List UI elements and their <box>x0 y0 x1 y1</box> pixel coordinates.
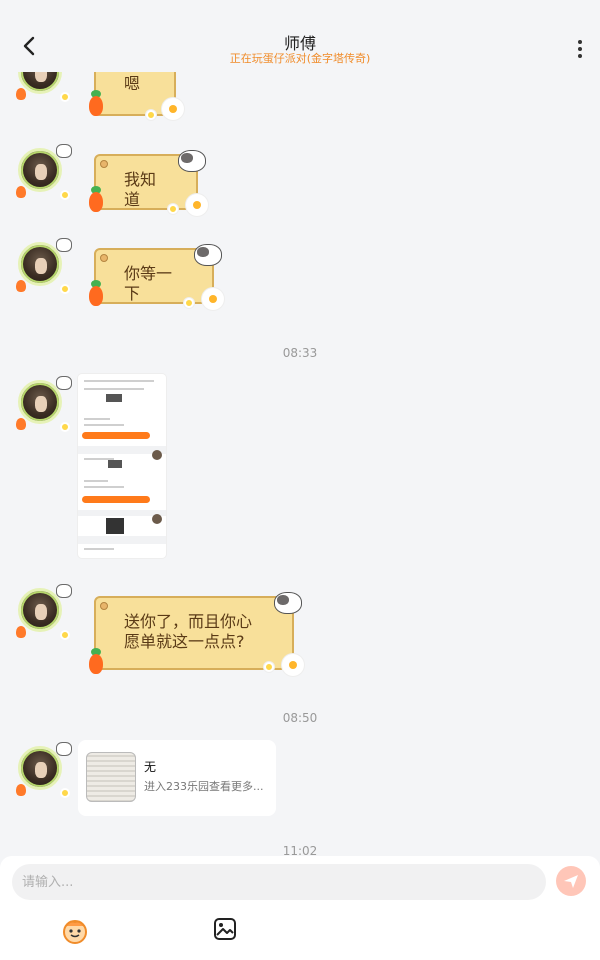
timestamp: 08:33 <box>282 346 318 360</box>
avatar[interactable] <box>16 742 72 798</box>
egg-decoration <box>282 654 304 676</box>
flower-decoration <box>146 110 156 120</box>
gallery-icon[interactable] <box>212 916 238 942</box>
carrot-decoration <box>86 90 106 116</box>
card-thumbnail <box>86 752 136 802</box>
avatar[interactable] <box>16 72 70 102</box>
chat-area[interactable]: 嗯 我知道 你等一下 08:33 送你了，而且你心愿单就这一点点? 08:50 … <box>0 72 600 856</box>
flower-decoration <box>184 298 194 308</box>
timestamp: 08:50 <box>282 711 318 725</box>
flower-decoration <box>168 204 178 214</box>
timestamp: 11:02 <box>282 844 318 856</box>
avatar[interactable] <box>16 376 72 432</box>
flower-decoration <box>264 662 274 672</box>
share-card[interactable]: 无 进入233乐园查看更多... <box>78 740 276 816</box>
egg-decoration <box>162 98 184 120</box>
carrot-decoration <box>86 280 106 306</box>
emoji-icon[interactable] <box>60 916 90 946</box>
message-text: 嗯 <box>124 74 141 93</box>
message-bubble[interactable]: 送你了，而且你心愿单就这一点点? <box>94 596 294 670</box>
avatar[interactable] <box>16 238 72 294</box>
avatar[interactable] <box>16 144 72 200</box>
egg-decoration <box>202 288 224 310</box>
chat-header: 师傅 正在玩蛋仔派对(金字塔传奇) <box>0 0 600 72</box>
cat-decoration <box>270 586 304 616</box>
message-text: 送你了，而且你心愿单就这一点点? <box>124 612 253 651</box>
friend-status: 正在玩蛋仔派对(金字塔传奇) <box>229 52 371 65</box>
avatar[interactable] <box>16 584 72 640</box>
card-description: 进入233乐园查看更多... <box>144 780 264 793</box>
more-icon[interactable] <box>574 38 586 60</box>
message-text: 你等一下 <box>124 264 173 303</box>
carrot-decoration <box>86 648 106 674</box>
input-bar <box>0 856 600 960</box>
send-icon <box>564 875 578 888</box>
message-text: 我知道 <box>124 170 157 209</box>
egg-decoration <box>186 194 208 216</box>
message-input[interactable] <box>12 864 546 900</box>
send-button[interactable] <box>556 866 586 896</box>
carrot-decoration <box>86 186 106 212</box>
cat-decoration <box>174 144 208 174</box>
card-title: 无 <box>144 760 157 774</box>
cat-decoration <box>190 238 224 268</box>
image-message[interactable] <box>78 374 166 558</box>
